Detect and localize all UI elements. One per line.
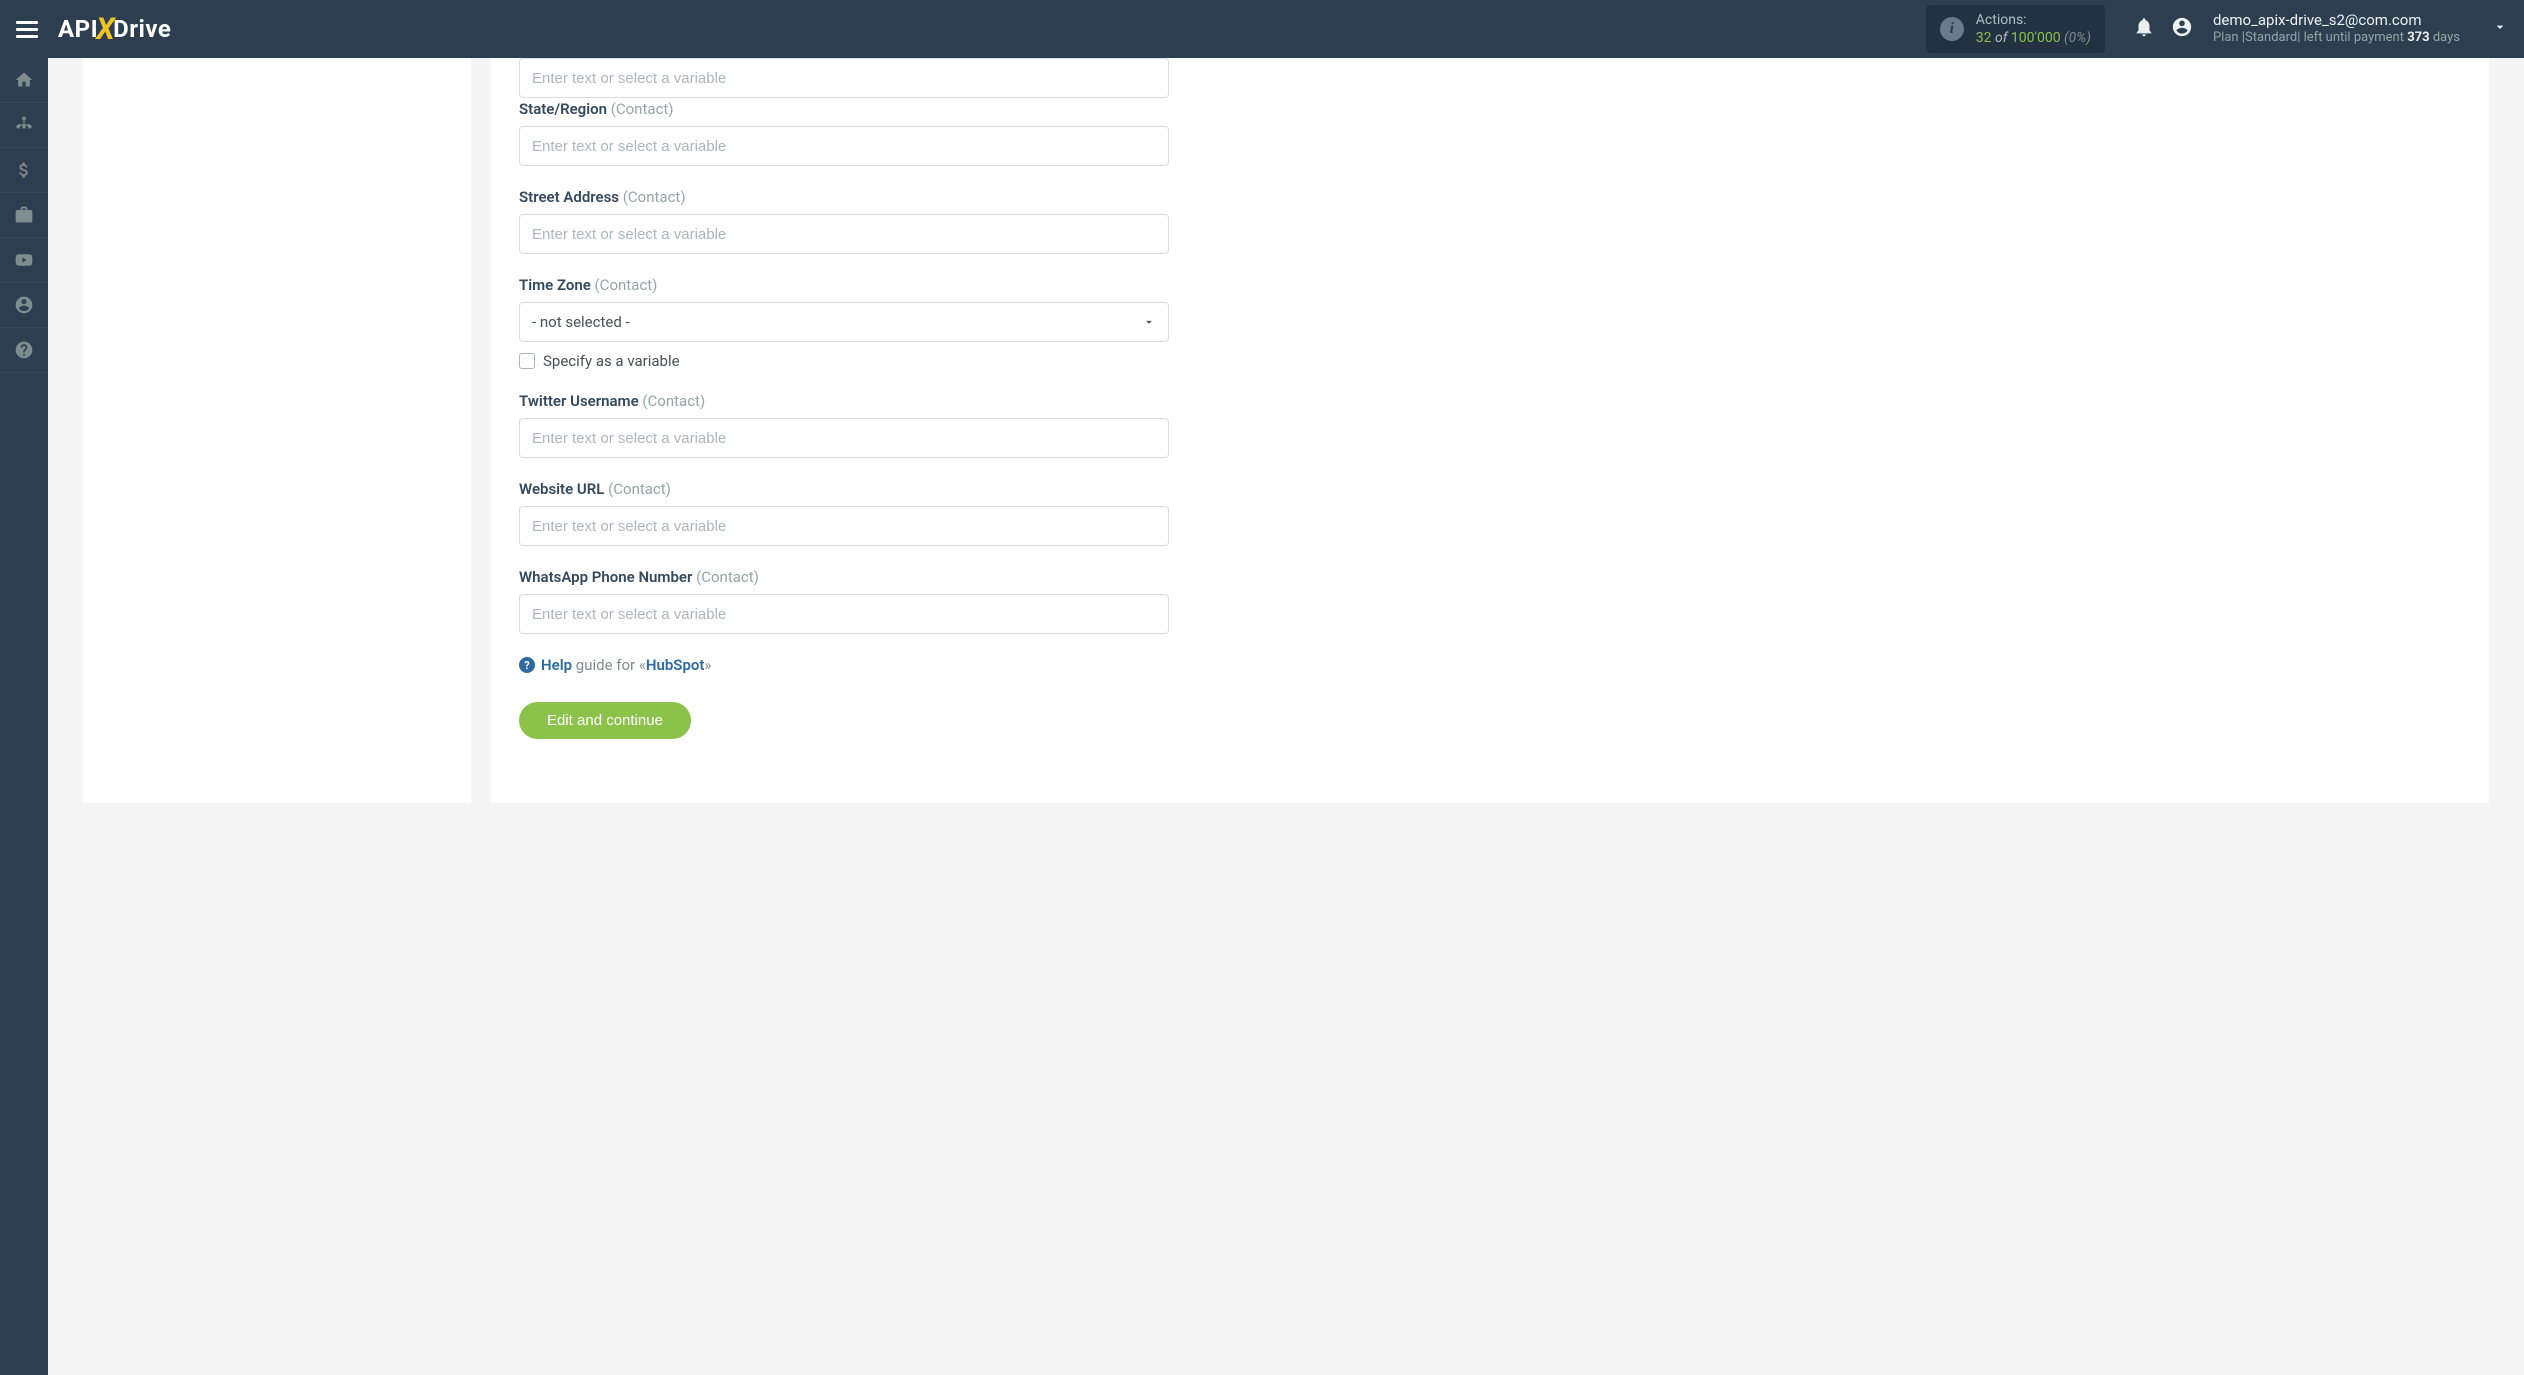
help-system: HubSpot	[646, 656, 705, 674]
sidebar-item-video[interactable]	[0, 238, 48, 283]
input-twitter-username[interactable]	[519, 418, 1169, 458]
actions-info-box[interactable]: i Actions: 32 of 100'000 (0%)	[1926, 5, 2105, 53]
label-whatsapp-phone: WhatsApp Phone Number (Contact)	[519, 568, 2461, 586]
sidebar	[0, 58, 48, 1375]
help-word: Help	[541, 656, 572, 674]
help-link[interactable]: ? Help guide for «HubSpot»	[519, 656, 2461, 674]
chevron-down-icon	[1142, 315, 1156, 329]
main-content: State/Region (Contact) Street Address (C…	[48, 58, 2524, 803]
user-avatar-icon	[2163, 8, 2201, 50]
select-time-zone-value: - not selected -	[532, 313, 630, 331]
user-menu[interactable]: demo_apix-drive_s2@com.com Plan |Standar…	[2163, 8, 2508, 50]
actions-count: 32	[1976, 30, 1992, 46]
previous-field-input[interactable]	[519, 58, 1169, 98]
sidebar-item-connections[interactable]	[0, 103, 48, 148]
user-plan: Plan |Standard| left until payment 373 d…	[2213, 30, 2460, 47]
checkbox-specify-variable[interactable]: Specify as a variable	[519, 352, 2461, 370]
label-website-url: Website URL (Contact)	[519, 480, 2461, 498]
info-icon: i	[1940, 17, 1964, 41]
input-website-url[interactable]	[519, 506, 1169, 546]
user-info: demo_apix-drive_s2@com.com Plan |Standar…	[2213, 11, 2460, 47]
chevron-down-icon	[2492, 19, 2508, 39]
label-street-address: Street Address (Contact)	[519, 188, 2461, 206]
form-panel: State/Region (Contact) Street Address (C…	[491, 58, 2489, 803]
logo-text-x: X	[96, 12, 115, 47]
form-group-twitter-username: Twitter Username (Contact)	[519, 392, 2461, 458]
sidebar-item-home[interactable]	[0, 58, 48, 103]
edit-continue-button[interactable]: Edit and continue	[519, 702, 691, 739]
checkbox-label: Specify as a variable	[543, 352, 680, 370]
select-time-zone[interactable]: - not selected -	[519, 302, 1169, 342]
form-group-street-address: Street Address (Contact)	[519, 188, 2461, 254]
input-state-region[interactable]	[519, 126, 1169, 166]
actions-label: Actions:	[1976, 11, 2091, 29]
sidebar-item-account[interactable]	[0, 283, 48, 328]
form-group-state-region: State/Region (Contact)	[519, 100, 2461, 166]
user-email: demo_apix-drive_s2@com.com	[2213, 11, 2460, 31]
sidebar-item-help[interactable]	[0, 328, 48, 373]
actions-of: of	[1992, 30, 2011, 46]
label-state-region: State/Region (Contact)	[519, 100, 2461, 118]
notifications-bell-icon[interactable]	[2125, 8, 2163, 50]
help-close: »	[704, 656, 711, 674]
form-group-whatsapp-phone: WhatsApp Phone Number (Contact)	[519, 568, 2461, 634]
form-group-website-url: Website URL (Contact)	[519, 480, 2461, 546]
left-panel	[83, 58, 471, 803]
sidebar-item-billing[interactable]	[0, 148, 48, 193]
header: API X Drive i Actions: 32 of 100'000 (0%…	[0, 0, 2524, 58]
sidebar-item-briefcase[interactable]	[0, 193, 48, 238]
actions-max: 100'000	[2011, 30, 2061, 46]
form-group-time-zone: Time Zone (Contact) - not selected - Spe…	[519, 276, 2461, 370]
logo[interactable]: API X Drive	[58, 12, 171, 47]
help-question-icon: ?	[519, 657, 535, 673]
input-street-address[interactable]	[519, 214, 1169, 254]
checkbox-box-icon[interactable]	[519, 353, 535, 369]
hamburger-menu-icon[interactable]	[16, 21, 38, 38]
help-rest: guide for «	[576, 656, 646, 674]
logo-text-api: API	[58, 15, 98, 43]
logo-text-drive: Drive	[113, 15, 171, 43]
actions-pct: (0%)	[2061, 30, 2091, 46]
input-whatsapp-phone[interactable]	[519, 594, 1169, 634]
label-twitter-username: Twitter Username (Contact)	[519, 392, 2461, 410]
actions-text: Actions: 32 of 100'000 (0%)	[1976, 11, 2091, 47]
label-time-zone: Time Zone (Contact)	[519, 276, 2461, 294]
